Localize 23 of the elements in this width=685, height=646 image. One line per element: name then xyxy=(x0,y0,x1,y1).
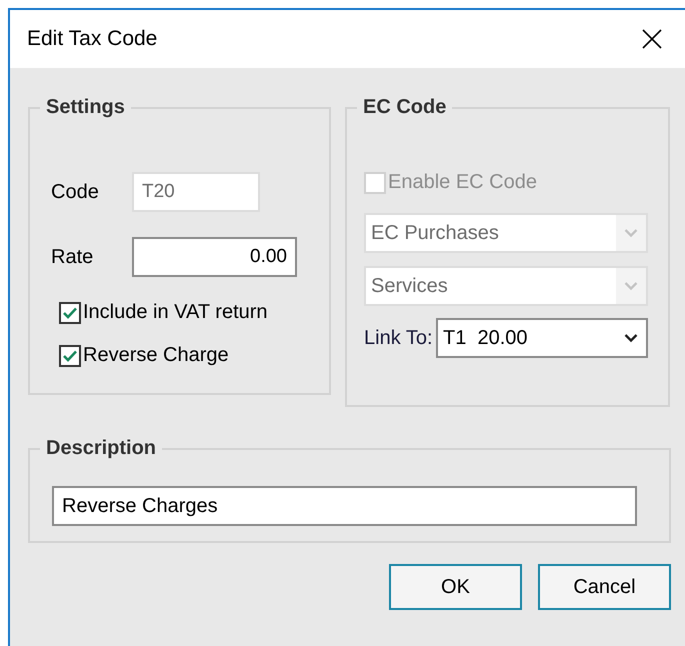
window-title: Edit Tax Code xyxy=(27,27,158,51)
close-icon xyxy=(642,29,662,49)
group-title: EC Code xyxy=(362,96,448,119)
checkbox[interactable] xyxy=(59,302,81,324)
chevron-icon xyxy=(624,281,638,291)
check-icon xyxy=(63,350,77,362)
ok-button[interactable]: OK xyxy=(389,564,522,610)
chevron-icon xyxy=(624,333,638,343)
checkbox-label: Include in VAT return xyxy=(83,301,268,324)
group-title: Settings xyxy=(45,96,126,119)
checkbox-label: Reverse Charge xyxy=(83,344,229,367)
check-icon xyxy=(63,306,77,318)
cancel-button[interactable]: Cancel xyxy=(538,564,671,610)
checkbox-label: Enable EC Code xyxy=(388,171,537,194)
description-field[interactable]: Reverse Charges xyxy=(52,486,637,526)
text-field[interactable]: 0.00 xyxy=(132,237,297,277)
field-label: Code xyxy=(51,180,100,204)
checkbox[interactable] xyxy=(59,344,81,366)
chevron-icon xyxy=(624,228,638,238)
field-label: Rate xyxy=(51,246,94,268)
group-title: Description xyxy=(45,437,158,460)
field-label: Link To: xyxy=(364,326,434,350)
dropdown[interactable]: T1 20.00 xyxy=(436,318,648,358)
